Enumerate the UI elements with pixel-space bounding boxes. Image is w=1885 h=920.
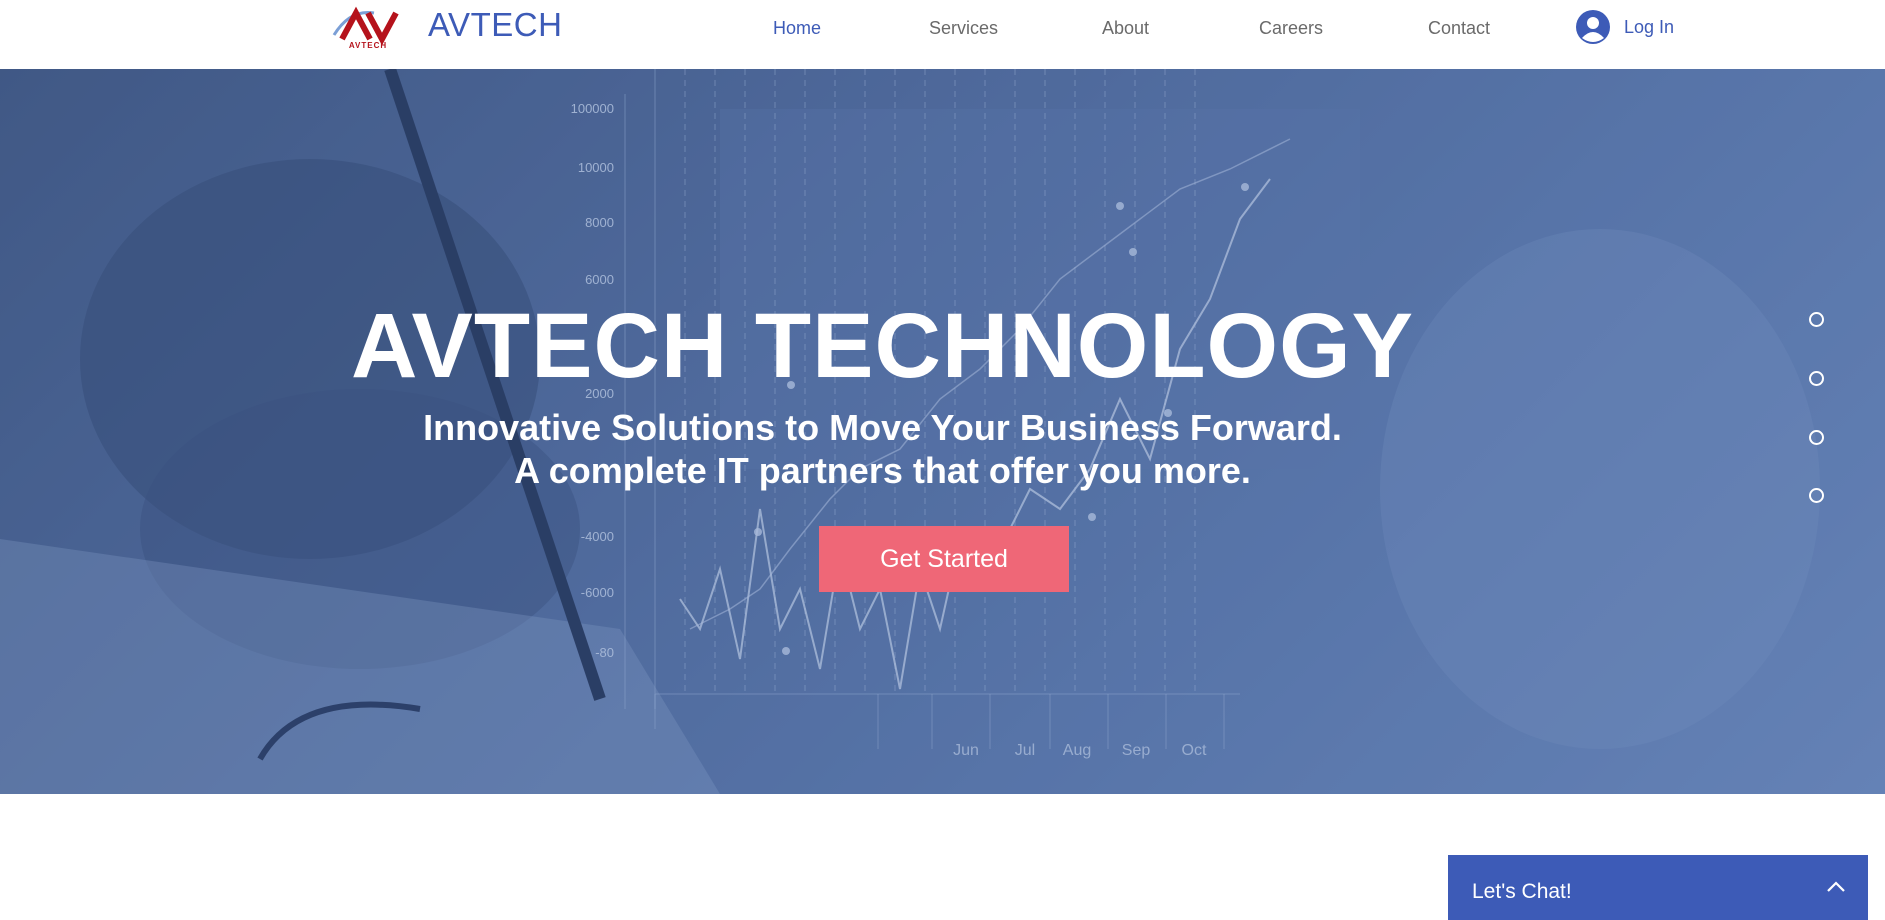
- chat-label: Let's Chat!: [1472, 880, 1572, 903]
- svg-text:AVTECH: AVTECH: [349, 41, 387, 49]
- slide-dot-3[interactable]: [1809, 430, 1824, 445]
- hero-title: AVTECH TECHNOLOGY: [350, 295, 1415, 397]
- get-started-button[interactable]: Get Started: [819, 526, 1069, 592]
- nav-item-careers[interactable]: Careers: [1259, 16, 1323, 40]
- hero-subtitle-line2: A complete IT partners that offer you mo…: [514, 450, 1251, 491]
- user-avatar-icon: [1576, 10, 1610, 44]
- slide-dot-4[interactable]: [1809, 488, 1824, 503]
- hero-subtitle-line1: Innovative Solutions to Move Your Busine…: [423, 407, 1342, 448]
- login-label: Log In: [1624, 16, 1675, 37]
- slide-dot-1[interactable]: [1809, 312, 1824, 327]
- hero-section: 100000 10000 8000 6000 2000 -4000 -6000 …: [0, 69, 1885, 794]
- chat-widget[interactable]: Let's Chat!: [1448, 855, 1868, 920]
- nav-item-about[interactable]: About: [1102, 16, 1149, 40]
- nav-item-contact[interactable]: Contact: [1428, 16, 1490, 40]
- chevron-up-icon[interactable]: [1826, 877, 1846, 897]
- nav-item-home[interactable]: Home: [773, 16, 821, 40]
- site-header: AVTECH AVTECH Home Services About Career…: [0, 0, 1885, 69]
- slide-dot-2[interactable]: [1809, 371, 1824, 386]
- nav-item-services[interactable]: Services: [929, 16, 998, 40]
- login-button[interactable]: Log In: [1576, 9, 1674, 45]
